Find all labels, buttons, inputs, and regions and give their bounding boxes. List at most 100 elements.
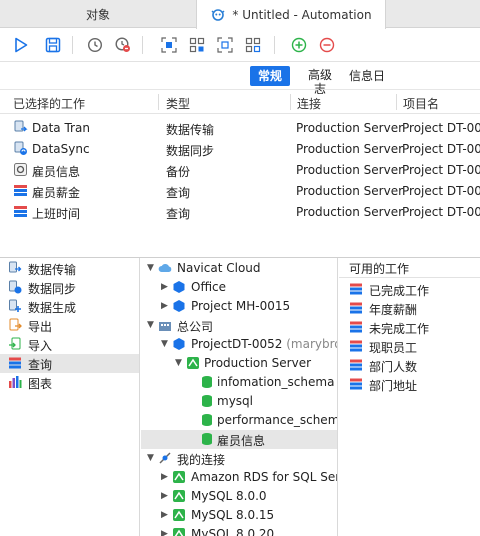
category-query[interactable]: 查询 [0, 354, 139, 373]
tree-label: Office [191, 280, 227, 294]
tree-node-conn-rds[interactable]: ▶ Amazon RDS for SQL Server [141, 468, 337, 487]
col-header-job[interactable]: 已选择的工作 [13, 95, 85, 112]
job-name: DataSync [32, 142, 90, 156]
tree-node-hq[interactable]: ▼ 总公司 [141, 316, 337, 335]
job-connection: Production Server [296, 142, 404, 156]
tree-label: Project MH-0015 [191, 299, 291, 313]
table-row[interactable]: 雇员信息 备份 Production Server Project DT-005… [0, 160, 480, 181]
remove-all-jobs-icon[interactable] [244, 36, 262, 54]
tree-label: MySQL 8.0.0 [191, 489, 267, 503]
available-job-item[interactable]: 年度薪酬 [339, 299, 480, 318]
available-job-item[interactable]: 未完成工作 [339, 318, 480, 337]
tree-node-conn-mysql8020[interactable]: ▶ MySQL 8.0.20 [141, 525, 337, 536]
tree-node-db-info-schema[interactable]: infomation_schema [141, 373, 337, 392]
tree-node-project-mh[interactable]: ▶ Project MH-0015 [141, 297, 337, 316]
data-sync-icon [13, 141, 28, 156]
tree-node-conn-mysql8015[interactable]: ▶ MySQL 8.0.15 [141, 506, 337, 525]
delete-schedule-icon[interactable] [114, 36, 132, 54]
table-row[interactable]: DataSync 数据同步 Production Server Project … [0, 139, 480, 160]
available-job-label: 年度薪酬 [369, 303, 418, 317]
job-type: 数据传输 [166, 123, 215, 137]
tree-node-production-server[interactable]: ▼ Production Server [141, 354, 337, 373]
tree-node-my-connections[interactable]: ▼ 我的连接 [141, 449, 337, 468]
col-header-connection[interactable]: 连接 [297, 95, 321, 112]
chevron-down-icon[interactable]: ▼ [147, 262, 157, 274]
available-job-item[interactable]: 已完成工作 [339, 280, 480, 299]
job-connection: Production Server [296, 205, 404, 219]
chevron-right-icon[interactable]: ▶ [161, 528, 171, 536]
chevron-right-icon[interactable]: ▶ [161, 281, 171, 293]
category-import[interactable]: 导入 [0, 335, 139, 354]
query-icon [349, 320, 363, 334]
chevron-right-icon[interactable]: ▶ [161, 490, 171, 502]
chevron-down-icon[interactable]: ▼ [161, 338, 171, 350]
col-header-project[interactable]: 项目名 [403, 95, 439, 112]
project-icon [172, 299, 186, 313]
tab-log[interactable]: 信息日 [346, 66, 388, 86]
data-sync-icon [8, 280, 22, 294]
category-chart[interactable]: 图表 [0, 373, 139, 392]
column-divider[interactable] [396, 94, 397, 110]
tree-node-project-dt[interactable]: ▼ ProjectDT-0052 (marybrown... [141, 335, 337, 354]
category-data-transfer[interactable]: 数据传输 [0, 259, 139, 278]
tree-node-db-employee[interactable]: 雇员信息 [141, 430, 337, 449]
database-icon [200, 432, 214, 446]
table-row[interactable]: 雇员薪金 查询 Production Server Project DT-005… [0, 181, 480, 202]
column-divider[interactable] [158, 94, 159, 110]
mysql-connection-icon [186, 356, 200, 370]
category-label: 图表 [28, 377, 53, 391]
table-header: 已选择的工作 类型 连接 项目名 [0, 90, 480, 114]
chart-icon [8, 375, 22, 389]
tab-advanced[interactable]: 高级 志 [304, 68, 336, 96]
col-header-type[interactable]: 类型 [166, 95, 190, 112]
available-job-label: 部门人数 [369, 360, 418, 374]
chevron-right-icon[interactable]: ▶ [161, 509, 171, 521]
query-icon [349, 377, 363, 391]
chevron-down-icon[interactable]: ▼ [147, 319, 157, 331]
chevron-right-icon[interactable]: ▶ [161, 471, 171, 483]
tree-node-conn-mysql80[interactable]: ▶ MySQL 8.0.0 [141, 487, 337, 506]
tab-objects[interactable]: 对象 [0, 0, 196, 28]
column-divider[interactable] [290, 94, 291, 110]
remove-job-icon[interactable] [216, 36, 234, 54]
tab-general[interactable]: 常规 [250, 66, 290, 86]
export-icon [8, 318, 22, 332]
chevron-down-icon[interactable]: ▼ [175, 357, 185, 369]
add-all-jobs-icon[interactable] [188, 36, 206, 54]
tree-label: 雇员信息 [217, 434, 266, 448]
job-connection: Production Server [296, 163, 404, 177]
available-job-item[interactable]: 部门人数 [339, 356, 480, 375]
add-icon[interactable] [290, 36, 308, 54]
table-row[interactable]: 上班时间 查询 Production Server Project DT-005… [0, 202, 480, 223]
tree-node-office[interactable]: ▶ Office [141, 278, 337, 297]
remove-icon[interactable] [318, 36, 336, 54]
schedule-icon[interactable] [86, 36, 104, 54]
category-export[interactable]: 导出 [0, 316, 139, 335]
tree-node-db-perf-schema[interactable]: performance_schema [141, 411, 337, 430]
query-icon [349, 358, 363, 372]
available-jobs-list: 可用的工作 已完成工作 年度薪酬 未完成工作 现职员工 部门人数 部门地址 [339, 258, 480, 536]
selected-jobs-table: 已选择的工作 类型 连接 项目名 Data Tran 数据传输 Producti… [0, 90, 480, 258]
chevron-right-icon[interactable]: ▶ [161, 300, 171, 312]
query-icon [349, 282, 363, 296]
chevron-down-icon[interactable]: ▼ [147, 452, 157, 464]
available-job-item[interactable]: 现职员工 [339, 337, 480, 356]
tab-automation[interactable]: * Untitled - Automation [196, 0, 386, 29]
save-icon[interactable] [44, 36, 62, 54]
category-data-sync[interactable]: 数据同步 [0, 278, 139, 297]
available-job-label: 未完成工作 [369, 322, 430, 336]
tree-node-db-mysql[interactable]: mysql [141, 392, 337, 411]
tree-node-navicat-cloud[interactable]: ▼ Navicat Cloud [141, 259, 337, 278]
available-jobs-title: 可用的工作 [349, 262, 410, 276]
job-connection: Production Server [296, 121, 404, 135]
table-row[interactable]: Data Tran 数据传输 Production Server Project… [0, 118, 480, 139]
toolbar-separator [274, 36, 275, 54]
run-icon[interactable] [12, 36, 30, 54]
job-name: 雇员薪金 [32, 186, 81, 200]
available-job-item[interactable]: 部门地址 [339, 375, 480, 394]
category-data-generation[interactable]: 数据生成 [0, 297, 139, 316]
job-name: 上班时间 [32, 207, 81, 221]
connection-tree: ▼ Navicat Cloud ▶ Office ▶ Project MH-00… [141, 258, 338, 536]
add-job-icon[interactable] [160, 36, 178, 54]
tree-label: MySQL 8.0.15 [191, 508, 275, 522]
